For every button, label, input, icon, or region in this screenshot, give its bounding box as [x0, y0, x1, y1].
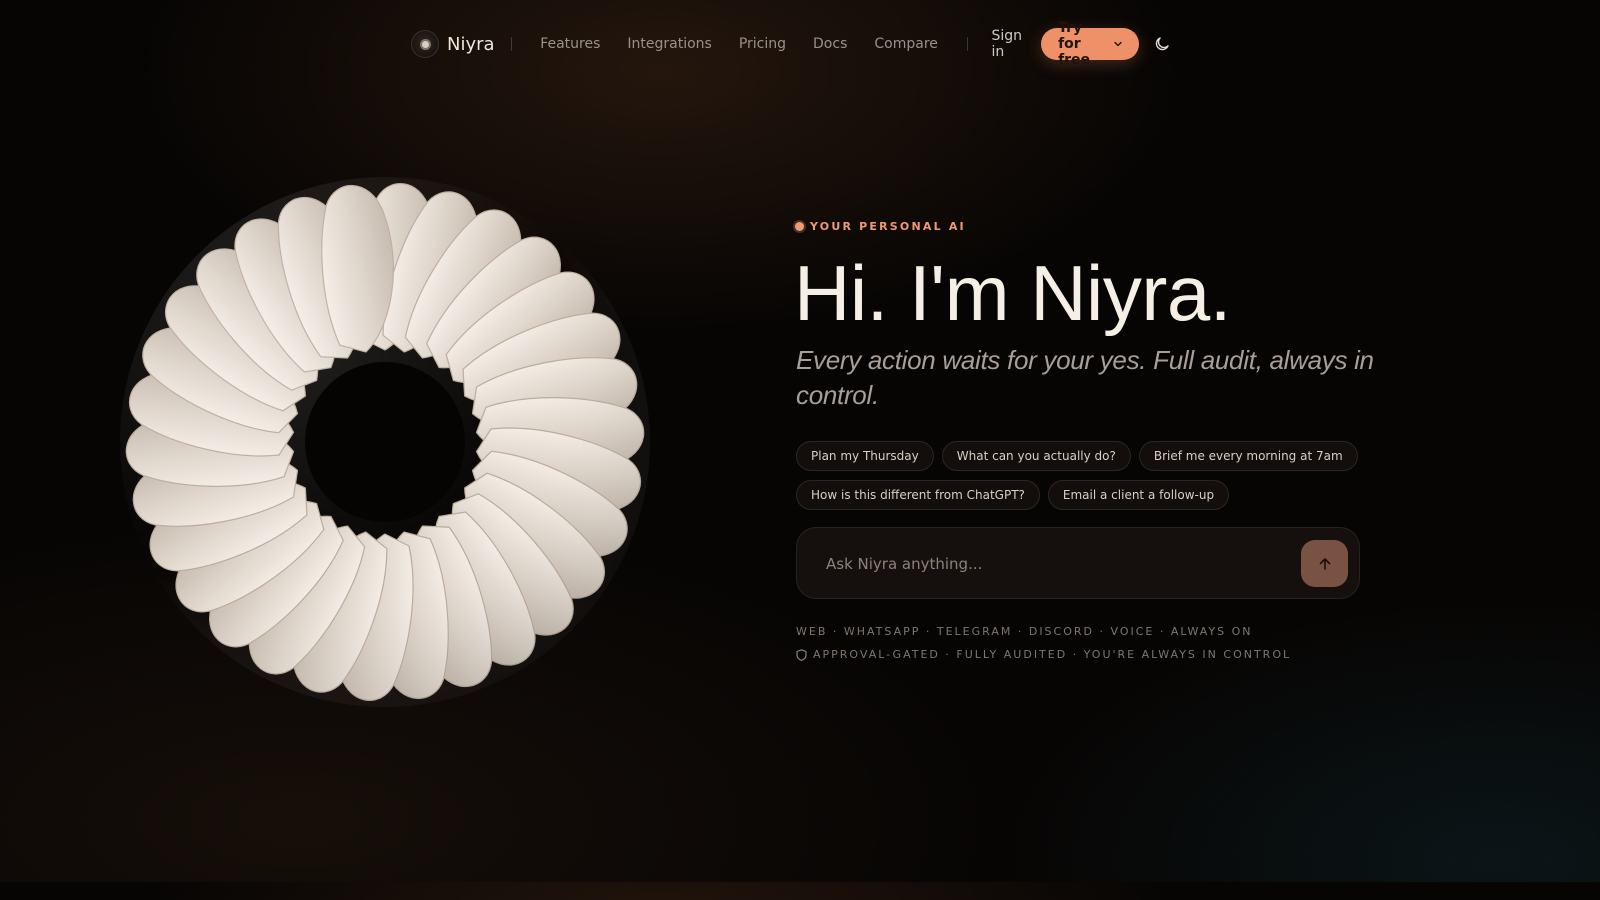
nav-link-features[interactable]: Features	[540, 36, 600, 52]
trust-line: APPROVAL-GATED · FULLY AUDITED · YOU'RE …	[796, 648, 1291, 661]
top-nav: Niyra Features Integrations Pricing Docs…	[411, 20, 1171, 68]
suggestion-row: How is this different from ChatGPT? Emai…	[796, 480, 1230, 510]
suggestion-chip[interactable]: Brief me every morning at 7am	[1138, 441, 1358, 471]
nav-link-compare[interactable]: Compare	[874, 36, 938, 52]
shield-icon	[796, 648, 807, 661]
suggestion-row: Plan my Thursday What can you actually d…	[796, 441, 1358, 471]
suggestion-chip[interactable]: How is this different from ChatGPT?	[796, 480, 1040, 510]
trust-label: APPROVAL-GATED · FULLY AUDITED · YOU'RE …	[813, 648, 1292, 661]
brand-logo[interactable]: Niyra	[411, 30, 495, 58]
nav-divider	[510, 37, 512, 51]
brand-name: Niyra	[447, 33, 495, 55]
nav-link-integrations[interactable]: Integrations	[627, 36, 711, 52]
niyra-logo-icon	[411, 30, 439, 58]
nav-link-docs[interactable]: Docs	[813, 36, 847, 52]
suggestion-chip[interactable]: Plan my Thursday	[796, 441, 934, 471]
try-for-free-button[interactable]: Try for free	[1041, 20, 1139, 68]
try-for-free-label: Try for free	[1058, 20, 1091, 68]
ask-input[interactable]	[824, 548, 1268, 580]
petal-ring-illustration	[120, 177, 650, 707]
send-button[interactable]	[1301, 540, 1348, 587]
suggestion-chip[interactable]: What can you actually do?	[941, 441, 1131, 471]
nav-divider	[966, 37, 968, 51]
suggestion-chip[interactable]: Email a client a follow-up	[1047, 480, 1230, 510]
eyebrow: YOUR PERSONAL AI	[795, 220, 966, 233]
channels-line: WEB · WHATSAPP · TELEGRAM · DISCORD · VO…	[796, 625, 1253, 638]
nav-link-pricing[interactable]: Pricing	[739, 36, 786, 52]
page-title: Hi. I'm Niyra.	[794, 249, 1231, 337]
chevron-down-icon	[1113, 39, 1123, 49]
ring-center-hole	[305, 362, 465, 522]
hero-subtitle: Every action waits for your yes. Full au…	[796, 345, 1374, 410]
eyebrow-label: YOUR PERSONAL AI	[810, 220, 966, 233]
arrow-up-icon	[1317, 556, 1333, 572]
ask-box	[796, 527, 1360, 599]
dot-icon	[795, 222, 804, 231]
signin-link[interactable]: Sign in	[992, 28, 1023, 60]
moon-icon[interactable]	[1153, 35, 1171, 53]
